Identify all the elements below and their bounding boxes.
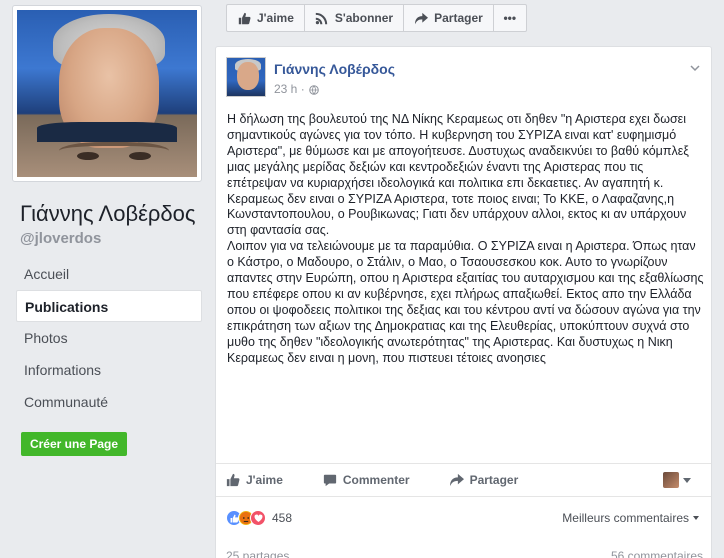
thumbs-up-icon xyxy=(226,473,240,487)
caret-down-icon xyxy=(683,477,691,483)
nav-item-communaute[interactable]: Communauté xyxy=(16,386,202,418)
like-page-label: J'aime xyxy=(257,11,294,25)
page-name[interactable]: Γιάννης Λοβέρδος xyxy=(20,201,196,227)
share-post-button[interactable]: Partager xyxy=(449,473,519,487)
share-page-label: Partager xyxy=(434,11,483,25)
nav-item-informations[interactable]: Informations xyxy=(16,354,202,386)
chevron-down-icon[interactable] xyxy=(689,61,701,73)
comment-sort-label: Meilleurs commentaires xyxy=(562,511,689,525)
post-paragraph: Η δήλωση της βουλευτού της ΝΔ Νίκης Κερα… xyxy=(227,112,689,238)
like-post-label: J'aime xyxy=(246,473,283,487)
like-post-button[interactable]: J'aime xyxy=(226,473,283,487)
comment-sort-selector[interactable]: Meilleurs commentaires xyxy=(562,511,699,525)
globe-icon xyxy=(308,84,319,95)
comments-count[interactable]: 56 commentaires xyxy=(611,549,703,558)
create-page-button[interactable]: Créer une Page xyxy=(21,432,127,456)
reactions-count: 458 xyxy=(272,511,293,525)
follow-label: S'abonner xyxy=(334,11,394,25)
comment-icon xyxy=(323,473,337,487)
comment-button[interactable]: Commenter xyxy=(323,473,410,487)
profile-photo xyxy=(17,10,197,177)
comment-label: Commenter xyxy=(342,473,410,487)
page-handle[interactable]: @jloverdos xyxy=(20,230,101,247)
side-nav: Accueil Publications Photos Informations… xyxy=(16,258,202,418)
page-action-bar: J'aime S'abonner Partager ••• xyxy=(226,4,527,32)
post-as-selector[interactable] xyxy=(663,472,691,488)
reactions-summary[interactable]: 458 xyxy=(226,509,292,527)
nav-item-publications[interactable]: Publications xyxy=(16,290,202,322)
post-card: Γιάννης Λοβέρδος 23 h · Η δήλωση της βου… xyxy=(215,46,712,558)
share-page-button[interactable]: Partager xyxy=(403,4,494,32)
post-action-bar: J'aime Commenter Partager xyxy=(216,463,711,497)
share-arrow-icon xyxy=(414,11,428,25)
shares-count[interactable]: 25 partages xyxy=(226,549,289,558)
like-page-button[interactable]: J'aime xyxy=(226,4,305,32)
post-timestamp[interactable]: 23 h · xyxy=(274,82,305,96)
nav-item-photos[interactable]: Photos xyxy=(16,322,202,354)
love-reaction-icon xyxy=(250,510,266,526)
viewer-avatar xyxy=(663,472,679,488)
rss-icon xyxy=(315,11,329,25)
follow-button[interactable]: S'abonner xyxy=(303,4,405,32)
post-meta: 23 h · xyxy=(274,82,319,96)
post-stats: 25 partages 56 commentaires xyxy=(226,549,703,558)
more-options-button[interactable]: ••• xyxy=(492,4,527,32)
post-body: Η δήλωση της βουλευτού της ΝΔ Νίκης Κερα… xyxy=(227,112,705,367)
thumbs-up-icon xyxy=(237,11,251,25)
share-arrow-icon xyxy=(449,473,464,487)
profile-picture[interactable] xyxy=(12,5,202,182)
post-author-avatar[interactable] xyxy=(226,57,266,97)
post-author-name[interactable]: Γιάννης Λοβέρδος xyxy=(274,61,395,77)
post-paragraph: Λοιπον για να τελειώνουμε με τα παραμύθι… xyxy=(227,239,704,365)
share-post-label: Partager xyxy=(469,473,519,487)
caret-down-icon xyxy=(693,516,699,520)
nav-item-accueil[interactable]: Accueil xyxy=(16,258,202,290)
